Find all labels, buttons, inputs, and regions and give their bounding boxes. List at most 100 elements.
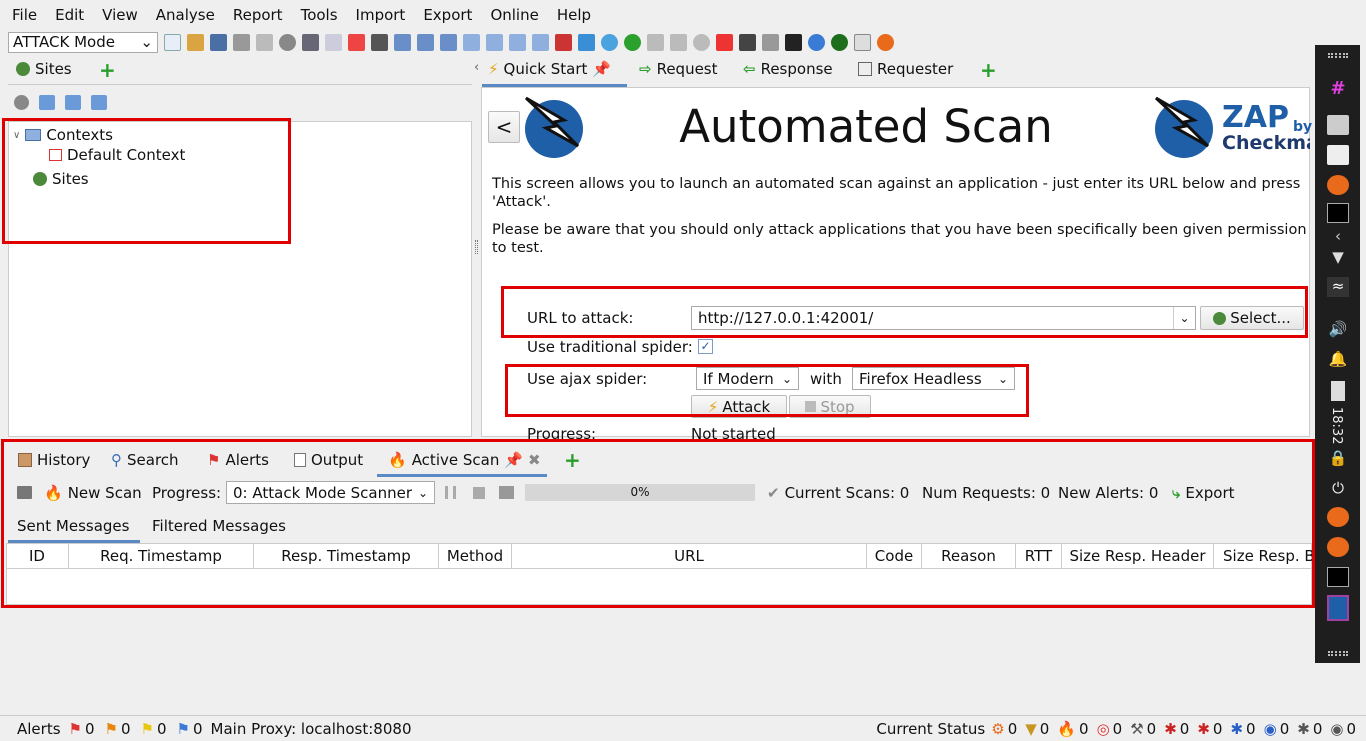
- volume-icon[interactable]: 🔊: [1327, 320, 1349, 340]
- url-input[interactable]: http://127.0.0.1:42001/ ⌄: [691, 306, 1196, 330]
- export-button[interactable]: ⤷ Export: [1172, 484, 1235, 502]
- hud-icon[interactable]: [831, 33, 848, 51]
- col-size-resp-header[interactable]: Size Resp. Header: [1062, 544, 1214, 568]
- notes-icon[interactable]: [854, 33, 871, 51]
- ajax-mode-select[interactable]: If Modern ⌄: [696, 367, 799, 390]
- new-scan-button[interactable]: 🔥 New Scan: [44, 484, 142, 502]
- layout-5-icon[interactable]: [486, 33, 503, 51]
- remove-tab-icon[interactable]: [348, 33, 365, 51]
- tab-request[interactable]: ⇨ Request: [639, 60, 718, 78]
- session-properties-icon[interactable]: [256, 33, 273, 51]
- select-button[interactable]: Select...: [1200, 306, 1304, 330]
- attack-button[interactable]: ⚡ Attack: [691, 395, 787, 418]
- refresh-icon[interactable]: [578, 33, 595, 51]
- menu-online[interactable]: Online: [484, 6, 544, 24]
- add-tab-icon[interactable]: +: [564, 450, 581, 470]
- stop-button[interactable]: Stop: [789, 395, 871, 418]
- tab-sites[interactable]: Sites: [16, 60, 72, 78]
- col-req-timestamp[interactable]: Req. Timestamp: [69, 544, 254, 568]
- pin-icon[interactable]: 📌: [592, 60, 611, 78]
- firefox-icon[interactable]: [877, 33, 894, 51]
- col-size-resp-body[interactable]: Size Resp. Body: [1214, 544, 1312, 568]
- stop-icon[interactable]: [473, 487, 485, 499]
- document-icon[interactable]: [1327, 145, 1349, 165]
- breakpoint-icon[interactable]: [371, 33, 388, 51]
- pause-icon[interactable]: [445, 486, 456, 499]
- save-session-icon[interactable]: [210, 33, 227, 51]
- chevron-down-icon[interactable]: ⌄: [1173, 307, 1195, 329]
- menu-view[interactable]: View: [96, 6, 144, 24]
- col-method[interactable]: Method: [439, 544, 512, 568]
- grip-icon[interactable]: [1328, 53, 1348, 58]
- break-on-icon[interactable]: [624, 33, 641, 51]
- col-code[interactable]: Code: [867, 544, 922, 568]
- terminal-icon[interactable]: [1327, 203, 1349, 223]
- help-icon[interactable]: [808, 33, 825, 51]
- grip-icon[interactable]: [1328, 651, 1348, 656]
- col-resp-timestamp[interactable]: Resp. Timestamp: [254, 544, 439, 568]
- show-tab-icon[interactable]: [325, 33, 342, 51]
- files-icon[interactable]: [1327, 115, 1349, 135]
- col-rtt[interactable]: RTT: [1016, 544, 1062, 568]
- pin-icon[interactable]: 📌: [504, 451, 523, 469]
- collapse-left-icon[interactable]: ‹: [474, 60, 479, 75]
- keyboard-icon[interactable]: [739, 33, 756, 51]
- menu-file[interactable]: File: [6, 6, 43, 24]
- menu-tools[interactable]: Tools: [295, 6, 344, 24]
- col-id[interactable]: ID: [6, 544, 69, 568]
- firefox-icon[interactable]: [1327, 537, 1349, 557]
- add-site-icon[interactable]: +: [99, 60, 116, 80]
- close-icon[interactable]: ✖: [528, 451, 541, 469]
- new-context-icon[interactable]: [39, 95, 55, 110]
- menu-edit[interactable]: Edit: [49, 6, 90, 24]
- firefox-icon[interactable]: [1327, 507, 1349, 527]
- continue-icon[interactable]: [670, 33, 687, 51]
- subtab-filtered-messages[interactable]: Filtered Messages: [152, 517, 286, 535]
- options-icon[interactable]: [17, 486, 32, 499]
- subtab-sent-messages[interactable]: Sent Messages: [17, 517, 129, 535]
- tab-alerts[interactable]: ⚑ Alerts: [207, 451, 269, 469]
- cross-icon[interactable]: [716, 33, 733, 51]
- drop-icon[interactable]: [693, 33, 710, 51]
- tree-default-context[interactable]: Default Context: [49, 146, 185, 164]
- scan-progress-select[interactable]: 0: Attack Mode Scanner ⌄: [226, 481, 435, 504]
- import-context-icon[interactable]: [65, 95, 81, 110]
- tab-requester[interactable]: Requester: [858, 60, 953, 78]
- open-session-icon[interactable]: [187, 33, 204, 51]
- add-tab-icon[interactable]: +: [980, 60, 997, 80]
- menu-help[interactable]: Help: [551, 6, 597, 24]
- menu-analyse[interactable]: Analyse: [150, 6, 221, 24]
- scan-details-icon[interactable]: [499, 486, 514, 499]
- step-icon[interactable]: [647, 33, 664, 51]
- bell-icon[interactable]: 🔔: [1327, 350, 1349, 370]
- power-icon[interactable]: ⏻: [1327, 479, 1349, 499]
- tab-response[interactable]: ⇦ Response: [743, 60, 833, 78]
- layout-2-icon[interactable]: [417, 33, 434, 51]
- col-reason[interactable]: Reason: [922, 544, 1016, 568]
- zap-icon[interactable]: [1327, 595, 1349, 621]
- browser-select[interactable]: Firefox Headless ⌄: [852, 367, 1015, 390]
- layout-7-icon[interactable]: [532, 33, 549, 51]
- tab-search[interactable]: ⚲ Search: [111, 451, 179, 469]
- tree-contexts[interactable]: ∨ Contexts: [13, 126, 113, 144]
- target-icon[interactable]: [14, 95, 29, 110]
- terminal-icon[interactable]: [1327, 567, 1349, 587]
- menu-report[interactable]: Report: [227, 6, 289, 24]
- splitter-handle[interactable]: [475, 240, 478, 254]
- tree-sites[interactable]: Sites: [33, 170, 89, 188]
- new-session-icon[interactable]: [164, 33, 181, 51]
- trad-spider-checkbox[interactable]: ✓: [698, 339, 713, 354]
- bulb-icon[interactable]: [601, 33, 618, 51]
- tab-output[interactable]: Output: [294, 451, 363, 469]
- menu-import[interactable]: Import: [350, 6, 412, 24]
- terminal-icon[interactable]: [785, 33, 802, 51]
- snapshot-icon[interactable]: [233, 33, 250, 51]
- layout-3-icon[interactable]: [440, 33, 457, 51]
- col-url[interactable]: URL: [512, 544, 867, 568]
- tab-history[interactable]: History: [18, 451, 90, 469]
- flame-icon[interactable]: ≈: [1327, 277, 1349, 297]
- chevron-left-icon[interactable]: ‹: [1327, 227, 1349, 247]
- layout-1-icon[interactable]: [394, 33, 411, 51]
- back-button[interactable]: <: [488, 111, 520, 143]
- mode-select[interactable]: ATTACK Mode ⌄: [8, 31, 158, 53]
